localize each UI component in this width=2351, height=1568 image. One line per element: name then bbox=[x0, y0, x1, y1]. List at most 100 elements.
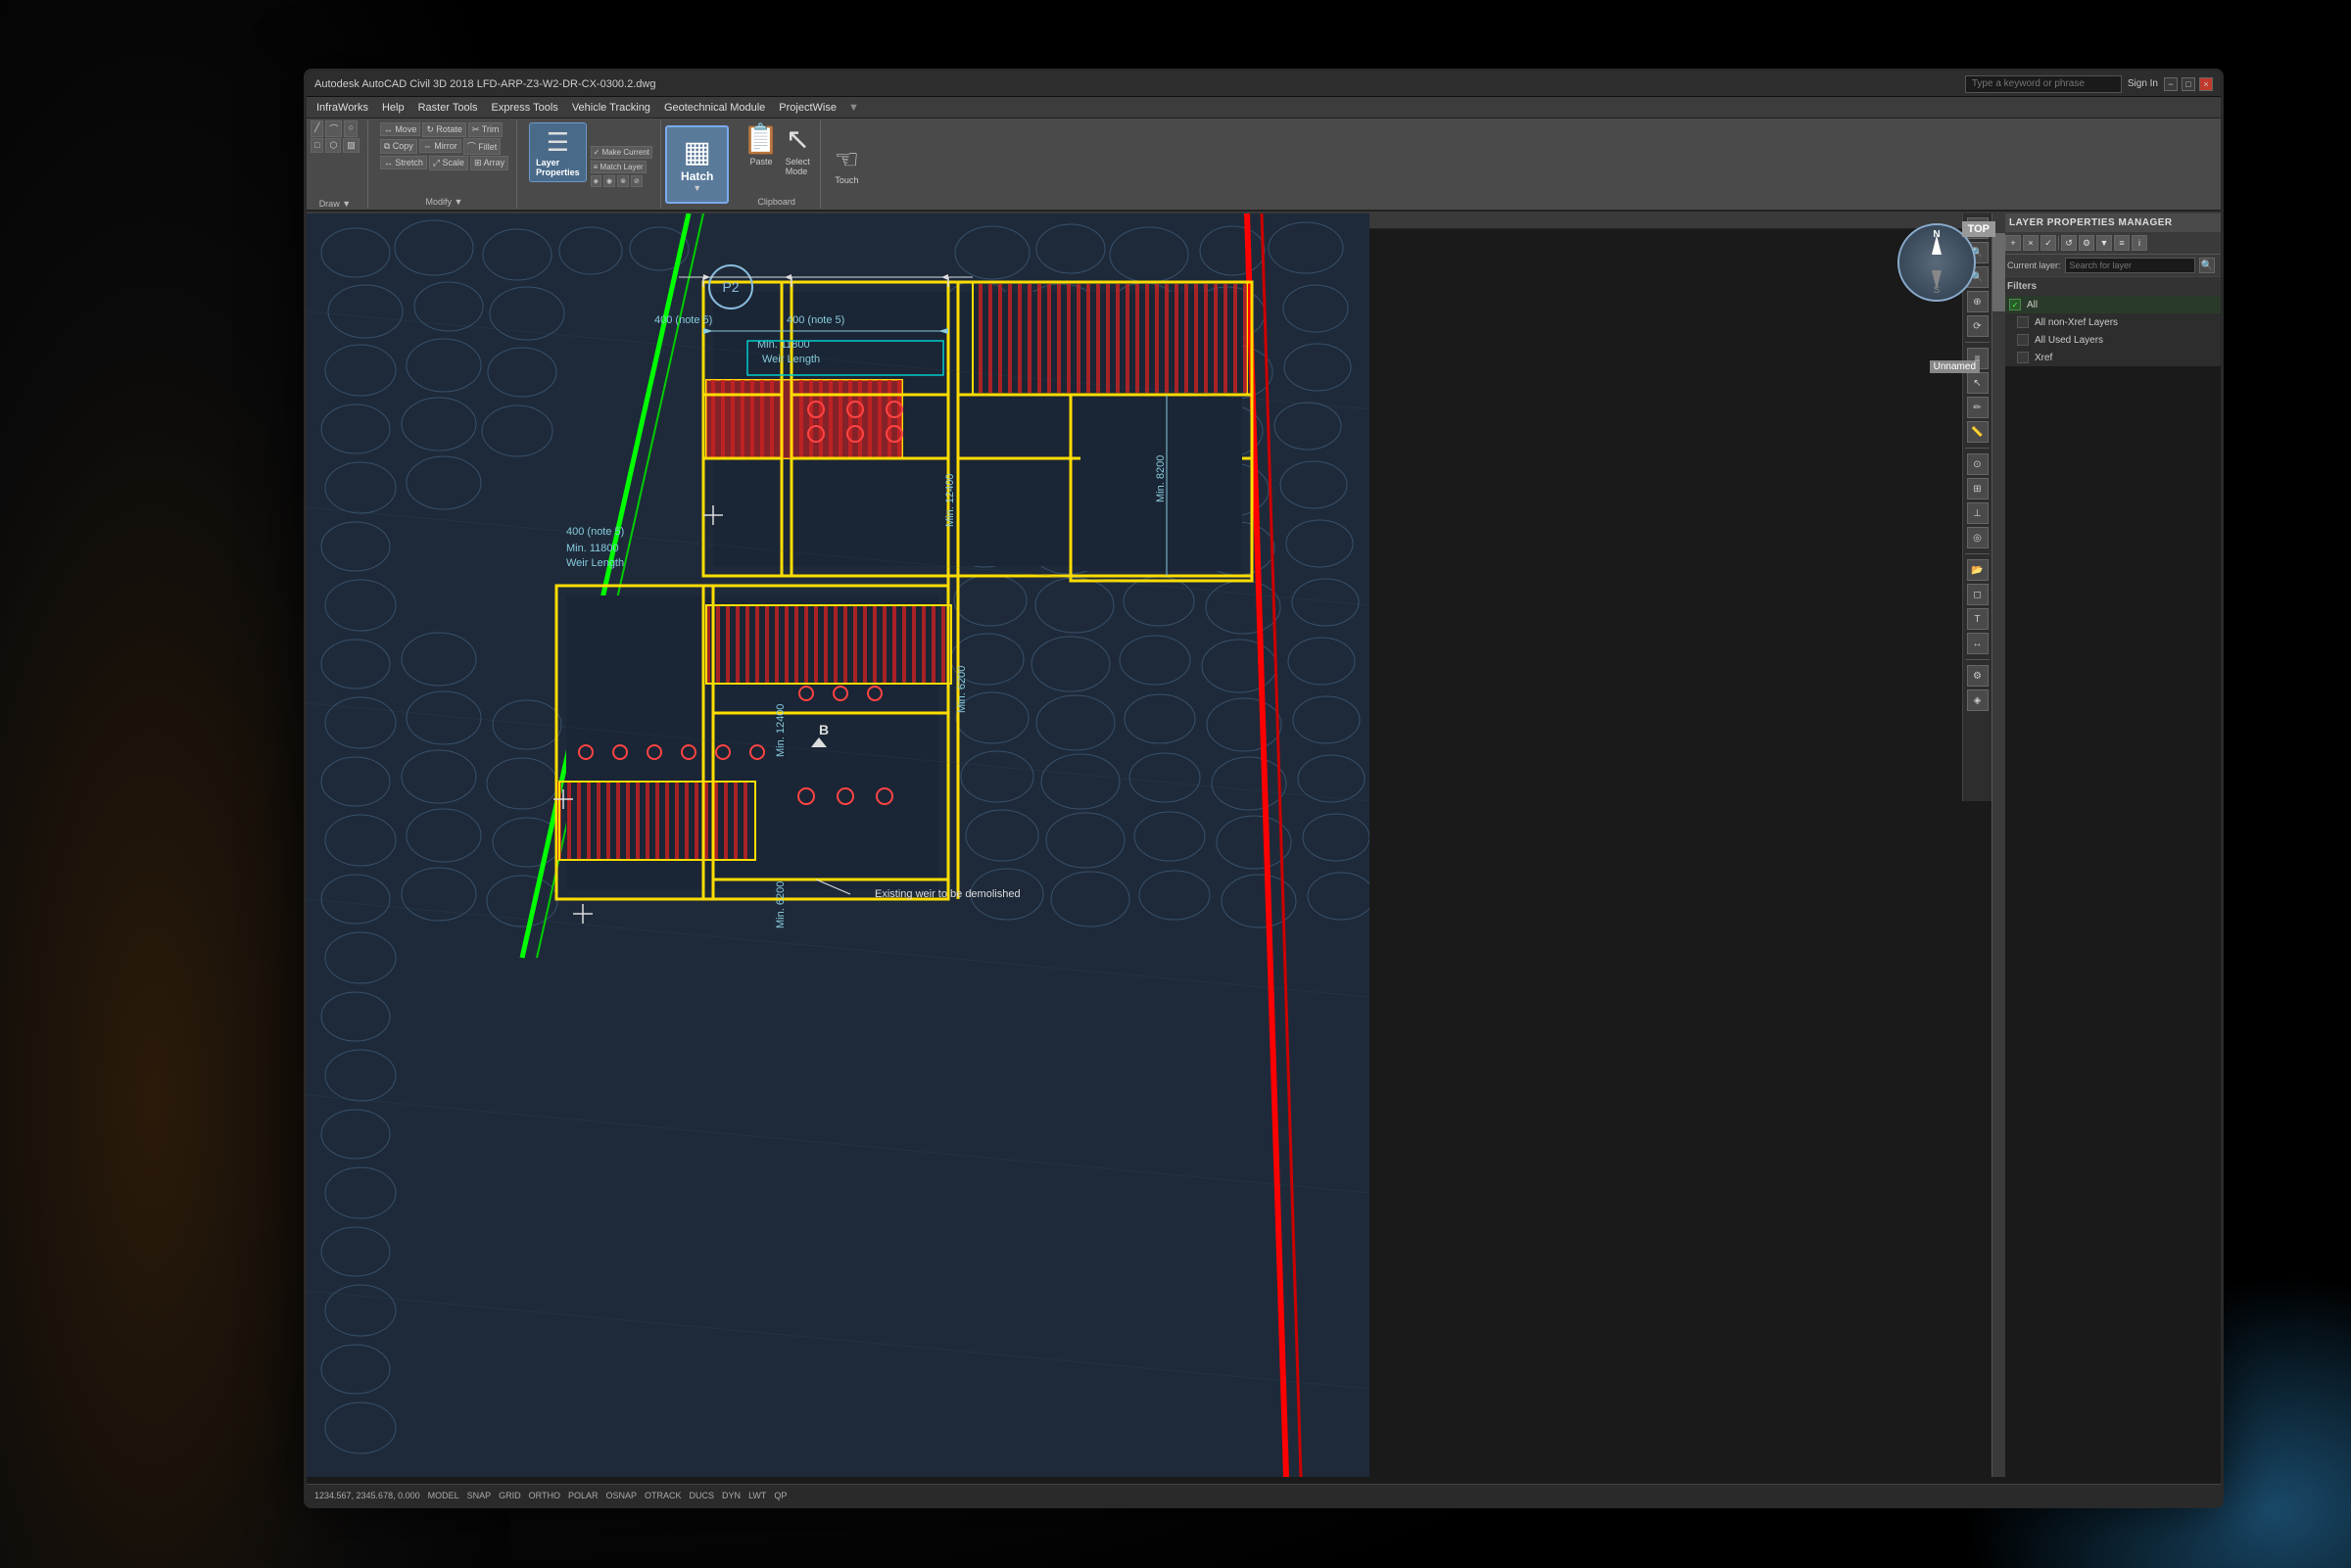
layer-delete-btn[interactable]: × bbox=[2023, 235, 2039, 251]
svg-text:Existing weir to be demolished: Existing weir to be demolished bbox=[875, 888, 1021, 900]
status-lw[interactable]: LWT bbox=[748, 1491, 766, 1500]
toolbar-divider1 bbox=[1965, 342, 1990, 343]
search-layer-btn[interactable]: 🔍 bbox=[2199, 258, 2215, 273]
scrollbar-thumb[interactable] bbox=[1992, 233, 2005, 311]
tool-circle[interactable]: ○ bbox=[344, 120, 357, 137]
tool-draw[interactable]: ✏ bbox=[1967, 397, 1989, 418]
tool-extra1[interactable]: ⚙ bbox=[1967, 665, 1989, 687]
status-dyn[interactable]: DYN bbox=[722, 1491, 741, 1500]
filter-all-checkbox: ✓ bbox=[2009, 299, 2021, 310]
tool-select[interactable]: ↖ bbox=[1967, 372, 1989, 394]
tool-block[interactable]: ◻ bbox=[1967, 584, 1989, 605]
current-layer-label: Current layer: bbox=[2007, 261, 2061, 270]
tool-arc[interactable]: ⌒ bbox=[325, 120, 342, 137]
modify-row1: ↔ Move ↻ Rotate ✂ Trim bbox=[380, 122, 508, 137]
filter-all[interactable]: ✓ All bbox=[2001, 296, 2221, 313]
compass-widget[interactable]: N S TOP bbox=[1897, 223, 1986, 311]
btn-layer-icon4[interactable]: ⊘ bbox=[631, 175, 643, 187]
layer-info-btn[interactable]: i bbox=[2132, 235, 2147, 251]
btn-stretch[interactable]: ↔ Stretch bbox=[380, 156, 427, 169]
sign-in-btn[interactable]: Sign In bbox=[2128, 78, 2158, 89]
select-mode-btn[interactable]: ↖ SelectMode bbox=[786, 122, 810, 176]
btn-make-current[interactable]: ✓ Make Current bbox=[591, 146, 652, 159]
tool-line[interactable]: ╱ bbox=[311, 120, 323, 137]
scrollbar-vertical[interactable] bbox=[1991, 214, 2005, 1477]
btn-copy[interactable]: ⧉ Copy bbox=[380, 139, 417, 154]
tool-text[interactable]: T bbox=[1967, 608, 1989, 630]
draw-small-tools: ╱ ⌒ ○ □ ⬡ ▨ Draw ▼ bbox=[311, 120, 368, 209]
btn-layer-icon1[interactable]: ◈ bbox=[591, 175, 601, 187]
tool-grid[interactable]: ⊞ bbox=[1967, 478, 1989, 499]
layer-refresh-btn[interactable]: ↺ bbox=[2061, 235, 2077, 251]
layer-view-btn[interactable]: ≡ bbox=[2114, 235, 2130, 251]
layer-new-btn[interactable]: + bbox=[2005, 235, 2021, 251]
status-model[interactable]: MODEL bbox=[428, 1491, 459, 1500]
layer-current-btn[interactable]: ✓ bbox=[2040, 235, 2056, 251]
btn-layer-icon2[interactable]: ◉ bbox=[603, 175, 615, 187]
svg-text:Weir Length: Weir Length bbox=[566, 557, 624, 569]
layer-settings-btn[interactable]: ⚙ bbox=[2079, 235, 2094, 251]
status-bar: 1234.567, 2345.678, 0.000 MODEL SNAP GRI… bbox=[307, 1484, 2221, 1505]
close-btn[interactable]: × bbox=[2199, 77, 2213, 91]
btn-match-layer[interactable]: ≡ Match Layer bbox=[591, 161, 647, 173]
btn-fillet[interactable]: ⌒ Fillet bbox=[463, 138, 502, 155]
btn-rotate[interactable]: ↻ Rotate bbox=[422, 122, 466, 137]
tool-orbit[interactable]: ⟳ bbox=[1967, 315, 1989, 337]
btn-array[interactable]: ⊞ Array bbox=[470, 156, 508, 170]
status-otrack[interactable]: OTRACK bbox=[645, 1491, 682, 1500]
menu-projectwise[interactable]: ProjectWise bbox=[773, 100, 842, 116]
layer-row3: ◈ ◉ ⊗ ⊘ bbox=[591, 175, 652, 187]
hatch-dropdown-arrow[interactable]: ▼ bbox=[693, 183, 701, 193]
tool-poly[interactable]: ⬡ bbox=[325, 138, 341, 153]
btn-trim[interactable]: ✂ Trim bbox=[468, 122, 504, 137]
tool-extra2[interactable]: ◈ bbox=[1967, 689, 1989, 711]
btn-mirror[interactable]: ⇔ Mirror bbox=[419, 139, 461, 153]
menu-more[interactable]: ▼ bbox=[848, 102, 859, 114]
menu-geotechnical[interactable]: Geotechnical Module bbox=[658, 100, 771, 116]
menu-express-tools[interactable]: Express Tools bbox=[486, 100, 564, 116]
svg-text:Min. 6200: Min. 6200 bbox=[956, 666, 968, 713]
menu-infraworks[interactable]: InfraWorks bbox=[311, 100, 374, 116]
minimize-btn[interactable]: − bbox=[2164, 77, 2178, 91]
tool-dim[interactable]: ↔ bbox=[1967, 633, 1989, 654]
status-polar[interactable]: POLAR bbox=[568, 1491, 599, 1500]
status-coords: 1234.567, 2345.678, 0.000 bbox=[314, 1491, 420, 1500]
window-controls: − □ × bbox=[2164, 77, 2213, 91]
tool-rect[interactable]: □ bbox=[311, 138, 323, 153]
layer-properties-btn[interactable]: ☰ LayerProperties bbox=[529, 122, 587, 182]
layer-filter-btn[interactable]: ▼ bbox=[2096, 235, 2112, 251]
menu-raster-tools[interactable]: Raster Tools bbox=[412, 100, 484, 116]
filter-used-layers[interactable]: All Used Layers bbox=[2001, 331, 2221, 349]
filter-xref[interactable]: Xref bbox=[2001, 349, 2221, 366]
filter-non-xref[interactable]: All non-Xref Layers bbox=[2001, 313, 2221, 331]
btn-layer-icon3[interactable]: ⊗ bbox=[617, 175, 629, 187]
tool-ortho[interactable]: ⊥ bbox=[1967, 502, 1989, 524]
search-layer-input[interactable] bbox=[2065, 258, 2195, 273]
svg-text:400 (note 5): 400 (note 5) bbox=[787, 314, 844, 326]
btn-move[interactable]: ↔ Move bbox=[380, 122, 421, 136]
tool-measure[interactable]: 📏 bbox=[1967, 421, 1989, 443]
toolbar-divider2 bbox=[1965, 448, 1990, 449]
tool-snap[interactable]: ⊙ bbox=[1967, 453, 1989, 475]
status-qp[interactable]: QP bbox=[774, 1491, 787, 1500]
cad-drawing[interactable]: P2 400 (note 5) 400 (note 5) Min. 11800 … bbox=[307, 214, 1369, 1477]
clipboard-btns: 📋 Paste ↖ SelectMode bbox=[743, 122, 810, 176]
menu-help[interactable]: Help bbox=[376, 100, 410, 116]
tool-layer[interactable]: 📂 bbox=[1967, 559, 1989, 581]
hatch-btn[interactable]: ▦ Hatch ▼ bbox=[665, 125, 729, 204]
status-osnap[interactable]: OSNAP bbox=[606, 1491, 638, 1500]
svg-text:Weir Length: Weir Length bbox=[762, 354, 820, 365]
menu-vehicle-tracking[interactable]: Vehicle Tracking bbox=[566, 100, 656, 116]
status-snap[interactable]: SNAP bbox=[467, 1491, 492, 1500]
status-ducs[interactable]: DUCS bbox=[690, 1491, 715, 1500]
btn-scale[interactable]: ⤢ Scale bbox=[429, 156, 468, 170]
maximize-btn[interactable]: □ bbox=[2182, 77, 2195, 91]
search-input[interactable] bbox=[1965, 75, 2122, 93]
paste-btn[interactable]: 📋 Paste bbox=[743, 122, 779, 176]
tool-hatch-small[interactable]: ▨ bbox=[343, 138, 360, 153]
status-ortho[interactable]: ORTHO bbox=[529, 1491, 560, 1500]
filter-xref-checkbox bbox=[2017, 352, 2029, 363]
status-grid[interactable]: GRID bbox=[499, 1491, 521, 1500]
tool-polar[interactable]: ◎ bbox=[1967, 527, 1989, 548]
paste-icon: 📋 bbox=[743, 122, 779, 157]
